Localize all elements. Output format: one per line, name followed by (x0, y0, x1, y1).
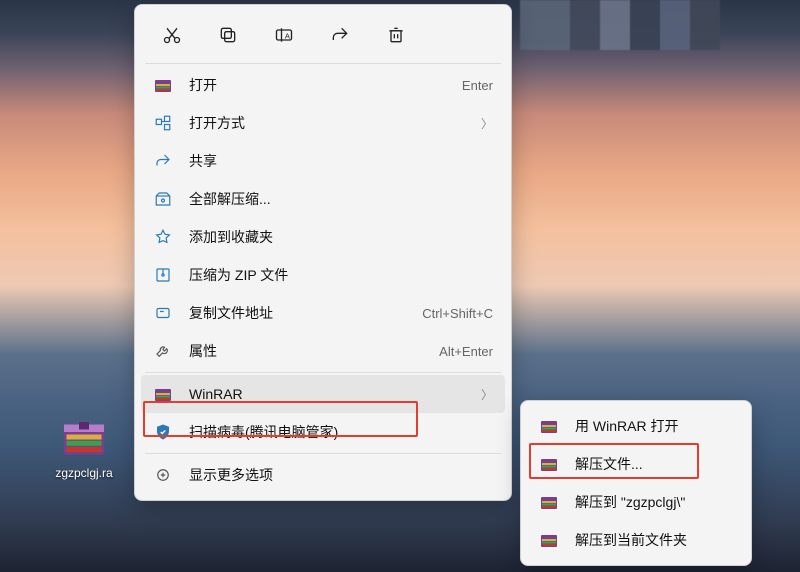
submenu-extract-here[interactable]: 解压到当前文件夹 (527, 521, 745, 559)
submenu-open-with-winrar[interactable]: 用 WinRAR 打开 (527, 407, 745, 445)
menu-properties[interactable]: 属性 Alt+Enter (141, 332, 505, 370)
desktop-file-zgzpclgj[interactable]: zgzpclgj.ra (44, 412, 124, 480)
submenu-open-label: 用 WinRAR 打开 (575, 416, 733, 436)
separator (145, 63, 501, 64)
menu-open-with[interactable]: 打开方式 〉 (141, 104, 505, 142)
menu-winrar[interactable]: WinRAR 〉 (141, 375, 505, 413)
delete-icon[interactable] (377, 19, 415, 51)
menu-open-with-label: 打开方式 (189, 113, 473, 133)
menu-extract-all-label: 全部解压缩... (189, 189, 493, 209)
copy-icon[interactable] (209, 19, 247, 51)
submenu-extract-here-label: 解压到当前文件夹 (575, 530, 733, 550)
menu-favorite-label: 添加到收藏夹 (189, 227, 493, 247)
winrar-file-icon (59, 412, 109, 462)
menu-open[interactable]: 打开 Enter (141, 66, 505, 104)
menu-properties-hint: Alt+Enter (439, 344, 493, 359)
chevron-right-icon: 〉 (481, 386, 493, 403)
open-with-icon (153, 113, 173, 133)
menu-favorite[interactable]: 添加到收藏夹 (141, 218, 505, 256)
context-menu: A 打开 Enter 打开方式 〉 (134, 4, 512, 501)
menu-scan-virus[interactable]: 扫描病毒(腾讯电脑管家) (141, 413, 505, 451)
menu-open-label: 打开 (189, 75, 462, 95)
chevron-right-icon: 〉 (481, 115, 493, 132)
winrar-submenu: 用 WinRAR 打开 解压文件... 解压到 "zgzpclgj\" 解压到当… (520, 400, 752, 566)
winrar-icon (539, 530, 559, 550)
menu-share-label: 共享 (189, 151, 493, 171)
winrar-icon (153, 75, 173, 95)
copy-path-icon (153, 303, 173, 323)
menu-scan-label: 扫描病毒(腾讯电脑管家) (189, 422, 493, 442)
extract-all-icon (153, 189, 173, 209)
menu-share[interactable]: 共享 (141, 142, 505, 180)
separator (145, 453, 501, 454)
shield-icon (153, 422, 173, 442)
menu-copy-path-hint: Ctrl+Shift+C (422, 306, 493, 321)
svg-text:A: A (285, 31, 290, 40)
share-arrow-icon[interactable] (321, 19, 359, 51)
submenu-extract-to-label: 解压到 "zgzpclgj\" (575, 492, 733, 512)
menu-zip[interactable]: 压缩为 ZIP 文件 (141, 256, 505, 294)
star-icon (153, 227, 173, 247)
share-icon (153, 151, 173, 171)
desktop-file-label: zgzpclgj.ra (44, 466, 124, 480)
menu-copy-path[interactable]: 复制文件地址 Ctrl+Shift+C (141, 294, 505, 332)
menu-winrar-label: WinRAR (189, 386, 473, 402)
wrench-icon (153, 341, 173, 361)
submenu-extract-files-label: 解压文件... (575, 454, 733, 474)
winrar-icon (539, 454, 559, 474)
separator (145, 372, 501, 373)
menu-copy-path-label: 复制文件地址 (189, 303, 422, 323)
submenu-extract-files[interactable]: 解压文件... (527, 445, 745, 483)
redacted-area (520, 0, 720, 50)
winrar-icon (539, 416, 559, 436)
menu-open-hint: Enter (462, 78, 493, 93)
menu-properties-label: 属性 (189, 341, 439, 361)
menu-extract-all[interactable]: 全部解压缩... (141, 180, 505, 218)
context-toolbar: A (141, 11, 505, 61)
menu-show-more[interactable]: 显示更多选项 (141, 456, 505, 494)
submenu-extract-to[interactable]: 解压到 "zgzpclgj\" (527, 483, 745, 521)
winrar-icon (539, 492, 559, 512)
more-icon (153, 465, 173, 485)
menu-more-label: 显示更多选项 (189, 465, 493, 485)
zip-icon (153, 265, 173, 285)
menu-zip-label: 压缩为 ZIP 文件 (189, 265, 493, 285)
cut-icon[interactable] (153, 19, 191, 51)
winrar-icon (153, 384, 173, 404)
rename-icon[interactable]: A (265, 19, 303, 51)
